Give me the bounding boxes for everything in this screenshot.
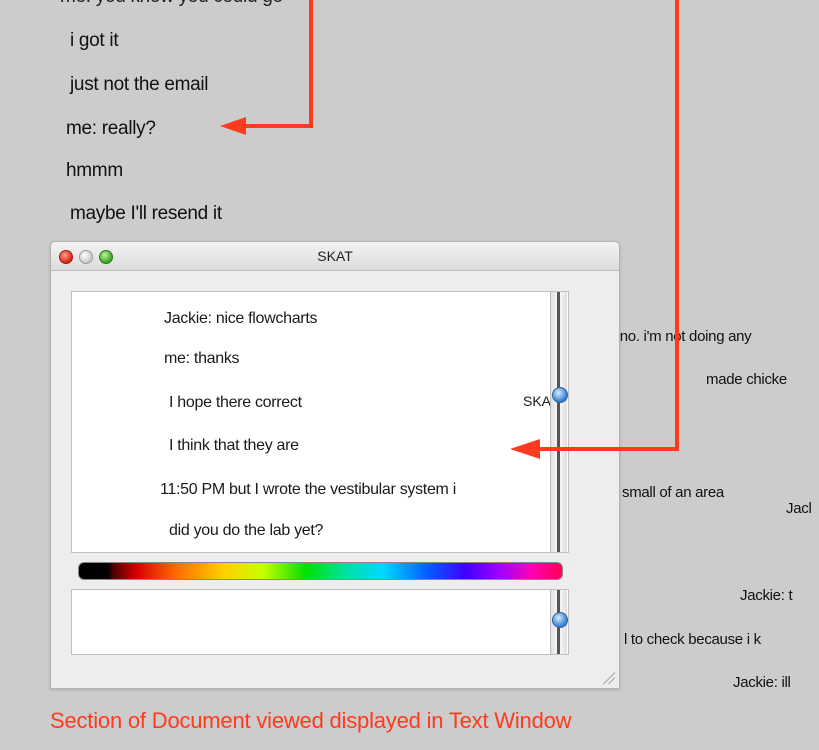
arrow-to-window (538, 0, 679, 451)
arrowhead-window (510, 439, 540, 459)
arrow-to-document (242, 0, 313, 128)
annotation-arrows (220, 0, 679, 459)
caption: Section of Document viewed displayed in … (50, 708, 572, 733)
arrowhead-document (220, 117, 246, 135)
